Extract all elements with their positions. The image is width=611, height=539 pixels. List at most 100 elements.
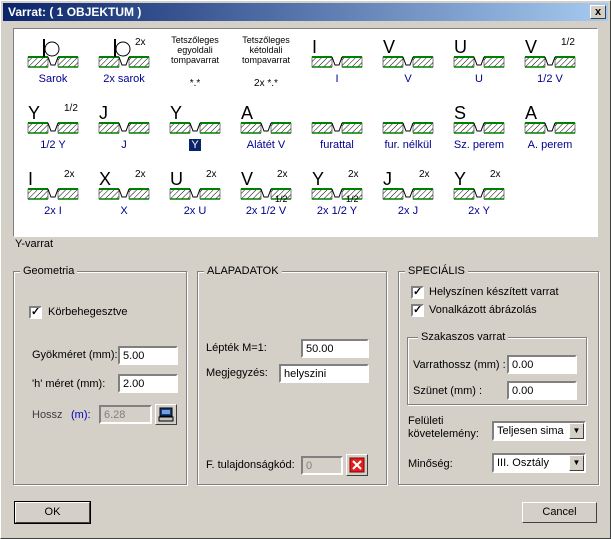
- svg-text:A: A: [241, 103, 253, 123]
- weld-symbol-icon: U: [453, 37, 505, 68]
- weld-type-fur-n-lk-l[interactable]: fur. nélkül: [373, 99, 443, 155]
- weld-type-title: Tetszőleges egyoldali tompavarrat: [170, 35, 220, 65]
- weld-symbol-icon: V 2x 1/2: [240, 169, 292, 204]
- weld-type-label: 2x 1/2 V: [245, 205, 287, 217]
- weld-type-a-perem[interactable]: A A. perem: [515, 99, 585, 155]
- close-button[interactable]: x: [590, 5, 606, 19]
- svg-text:2x: 2x: [490, 169, 501, 180]
- svg-text:J: J: [383, 169, 392, 189]
- delete-code-button[interactable]: [346, 454, 368, 476]
- window-title: Varrat: ( 1 OBJEKTUM ): [8, 5, 142, 19]
- weld-type-label: 2x I: [44, 205, 62, 217]
- svg-text:1/2: 1/2: [346, 194, 359, 204]
- helyszinen-checkbox[interactable]: ✓: [411, 286, 424, 299]
- feluleti-select[interactable]: Teljesen sima ▼: [492, 421, 586, 441]
- svg-text:I: I: [28, 169, 33, 189]
- weld-type-label: J: [121, 139, 127, 151]
- weld-type-label: 2x J: [397, 205, 419, 217]
- vonalkazott-checkbox[interactable]: ✓: [411, 304, 424, 317]
- svg-text:1/2: 1/2: [64, 103, 78, 114]
- korbehegesztve-checkbox[interactable]: ✓: [29, 306, 42, 319]
- weld-symbol-icon: A: [524, 103, 576, 134]
- chevron-down-icon[interactable]: ▼: [569, 423, 584, 439]
- weld-type-label: 2x Y: [468, 205, 490, 217]
- weld-type-sarok[interactable]: Sarok: [18, 33, 88, 89]
- delete-icon: [349, 457, 365, 473]
- svg-text:Y: Y: [170, 103, 182, 123]
- svg-text:U: U: [170, 169, 183, 189]
- leptek-input[interactable]: 50.00: [301, 339, 369, 358]
- computer-icon: [158, 407, 174, 422]
- weld-symbol-icon: [27, 39, 79, 68]
- weld-type-2x-[interactable]: Tetszőleges kétoldali tompavarrat 2x *.*: [231, 33, 301, 89]
- megjegyzes-input[interactable]: helyszini: [279, 364, 369, 383]
- svg-text:Y: Y: [312, 169, 324, 189]
- weld-type-1-2-y[interactable]: Y 1/2 1/2 Y: [18, 99, 88, 155]
- weld-symbol-icon: Y 2x: [453, 169, 505, 200]
- weld-type-label: V: [404, 73, 412, 85]
- weld-type-2x-1-2-y[interactable]: Y 2x 1/2 2x 1/2 Y: [302, 165, 372, 221]
- weld-type-al-t-t-v[interactable]: A Alátét V: [231, 99, 301, 155]
- leptek-label: Lépték M=1:: [206, 342, 267, 354]
- weld-type-v[interactable]: VV: [373, 33, 443, 89]
- svg-text:V: V: [383, 37, 395, 57]
- svg-text:V: V: [241, 169, 253, 189]
- svg-text:2x: 2x: [277, 169, 288, 180]
- weld-type-2x-sarok[interactable]: 2x 2x sarok: [89, 33, 159, 89]
- weld-symbol-icon: Y: [169, 103, 221, 134]
- szakaszos-title: Szakaszos varrat: [418, 331, 509, 343]
- weld-type-2x-u[interactable]: U 2x 2x U: [160, 165, 230, 221]
- weld-type-i[interactable]: II: [302, 33, 372, 89]
- weld-symbol-icon: A: [240, 103, 292, 134]
- weld-symbol-icon: J: [98, 103, 150, 134]
- ok-button[interactable]: OK: [14, 501, 91, 524]
- weld-type-furattal[interactable]: furattal: [302, 99, 372, 155]
- weld-symbol-icon: S: [453, 103, 505, 134]
- weld-type-2x-j[interactable]: J 2x 2x J: [373, 165, 443, 221]
- varrathossz-input[interactable]: 0.00: [507, 355, 577, 374]
- weld-type-y[interactable]: YY: [160, 99, 230, 155]
- weld-type-j[interactable]: JJ: [89, 99, 159, 155]
- svg-text:2x: 2x: [135, 169, 146, 180]
- gyokmeret-label: Gyökméret (mm):: [32, 349, 118, 361]
- weld-type-label: Alátét V: [246, 139, 286, 151]
- minoseg-select[interactable]: III. Osztály ▼: [492, 453, 586, 473]
- weld-type-label: 1/2 V: [537, 73, 563, 85]
- feluleti-label: Felületi: [408, 415, 444, 427]
- h-meret-input[interactable]: 2.00: [118, 374, 178, 393]
- szunet-input[interactable]: 0.00: [507, 381, 577, 400]
- svg-text:S: S: [454, 103, 466, 123]
- weld-type-label: Sarok: [38, 73, 68, 85]
- hossz-label: Hossz: [32, 409, 63, 421]
- weld-type-label: I: [335, 73, 339, 85]
- weld-type-2x-y[interactable]: Y 2x 2x Y: [444, 165, 514, 221]
- svg-text:1/2: 1/2: [275, 194, 288, 204]
- svg-text:2x: 2x: [64, 169, 75, 180]
- weld-symbol-icon: I: [311, 37, 363, 68]
- weld-type-sz-perem[interactable]: S Sz. perem: [444, 99, 514, 155]
- weld-symbol-icon: Y 2x 1/2: [311, 169, 363, 204]
- weld-type-1-2-v[interactable]: V 1/2 1/2 V: [515, 33, 585, 89]
- weld-symbol-icon: [382, 122, 434, 134]
- measure-length-button[interactable]: [155, 404, 177, 425]
- weld-symbol-icon: U 2x: [169, 169, 221, 200]
- weld-type-x[interactable]: X 2x X: [89, 165, 159, 221]
- cancel-button[interactable]: Cancel: [522, 502, 597, 523]
- weld-type-2x-i[interactable]: I 2x 2x I: [18, 165, 88, 221]
- title-bar: Varrat: ( 1 OBJEKTUM ) x: [3, 3, 608, 21]
- vonalkazott-label: Vonalkázott ábrázolás: [429, 304, 537, 316]
- feluleti-value: Teljesen sima: [497, 425, 564, 437]
- weld-type--[interactable]: Tetszőleges egyoldali tompavarrat *.*: [160, 33, 230, 89]
- weld-type-label: *.*: [189, 78, 201, 89]
- chevron-down-icon[interactable]: ▼: [569, 455, 584, 471]
- alapadatok-title: ALAPADATOK: [204, 265, 282, 277]
- weld-symbol-icon: X 2x: [98, 169, 150, 200]
- weld-type-u[interactable]: UU: [444, 33, 514, 89]
- weld-type-label: U: [475, 73, 483, 85]
- weld-type-2x-1-2-v[interactable]: V 2x 1/2 2x 1/2 V: [231, 165, 301, 221]
- gyokmeret-input[interactable]: 5.00: [118, 346, 178, 365]
- weld-type-label: 2x 1/2 Y: [316, 205, 358, 217]
- selected-highlight: Y: [189, 139, 201, 151]
- weld-type-label: X: [120, 205, 128, 217]
- weld-type-palette: Sarok 2x 2x sarok Tetszőleges egyoldali tom…: [13, 28, 598, 237]
